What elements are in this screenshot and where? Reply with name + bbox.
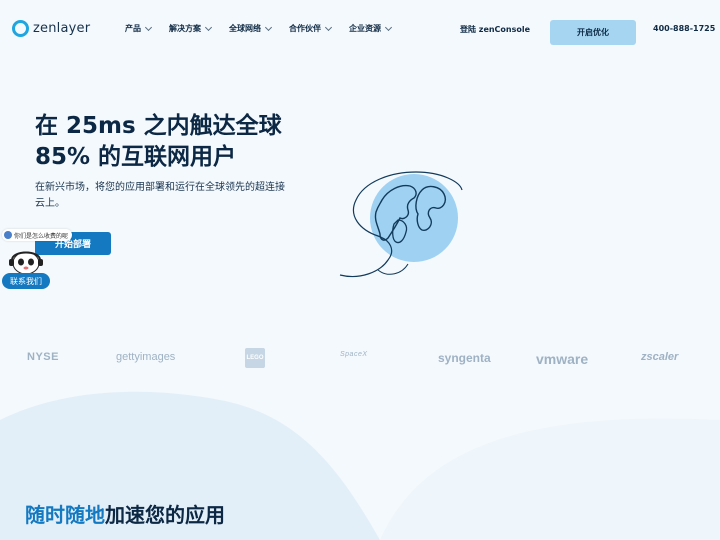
chevron-down-icon xyxy=(384,23,393,31)
hero-subtitle: 在新兴市场，将您的应用部署和运行在全球领先的超连接云上。 xyxy=(35,182,285,209)
brand-logo-zscaler: zscaler xyxy=(641,351,679,363)
nav-item-partners[interactable]: 合作伙伴 xyxy=(289,23,333,34)
section-title-rest: 加速您的应用 xyxy=(105,503,225,527)
logo-ring-icon xyxy=(12,20,29,37)
nav-item-products[interactable]: 产品 xyxy=(125,23,153,34)
nav-label: 产品 xyxy=(125,24,141,33)
nav-label: 企业资源 xyxy=(349,24,381,33)
brand-logo-lego: LEGO xyxy=(245,348,265,368)
hero-title: 在 25ms 之内触达全球 85% 的互联网用户 xyxy=(35,111,335,173)
chevron-down-icon xyxy=(144,23,153,31)
hero-title-line2: 85% 的互联网用户 xyxy=(35,144,237,170)
logo-text: zenlayer xyxy=(33,21,91,36)
nav-item-global-network[interactable]: 全球网络 xyxy=(229,23,273,34)
login-link[interactable]: 登陆 zenConsole xyxy=(460,24,530,35)
globe-illustration xyxy=(339,171,463,278)
nav-label: 解决方案 xyxy=(169,24,201,33)
brand-logo-vmware: vmware xyxy=(536,351,589,367)
brand-logo-spacex: SpaceX xyxy=(340,351,368,358)
support-mascot-icon[interactable] xyxy=(6,246,46,276)
nav-item-resources[interactable]: 企业资源 xyxy=(349,23,393,34)
section-title: 随时随地加速您的应用 xyxy=(25,499,225,528)
start-optimize-button[interactable]: 开启优化 xyxy=(550,20,636,45)
chevron-down-icon xyxy=(204,23,213,31)
nav-item-solutions[interactable]: 解决方案 xyxy=(169,23,213,34)
site-header: zenlayer 产品 解决方案 全球网络 合作伙伴 企业资源 登陆 zenCo… xyxy=(0,0,720,60)
chevron-down-icon xyxy=(324,23,333,31)
contact-us-button[interactable]: 联系我们 xyxy=(2,273,50,289)
brand-logo-nyse: NYSE xyxy=(27,351,59,363)
zenlayer-logo[interactable]: zenlayer xyxy=(12,20,90,37)
chevron-down-icon xyxy=(264,23,273,31)
nav-label: 合作伙伴 xyxy=(289,24,321,33)
phone-number: 400-888-1725 xyxy=(653,24,716,33)
hero-title-line1: 在 25ms 之内触达全球 xyxy=(35,113,282,139)
customer-logos: NYSE gettyimages LEGO SpaceX syngenta vm… xyxy=(0,345,720,375)
chat-avatar-icon xyxy=(4,231,12,239)
brand-logo-gettyimages: gettyimages xyxy=(116,351,176,363)
section-title-accent: 随时随地 xyxy=(25,503,105,527)
chat-preview-text: 你们是怎么收费的呢 xyxy=(14,232,69,240)
nav-label: 全球网络 xyxy=(229,24,261,33)
globe-circle xyxy=(370,174,458,262)
main-nav: 产品 解决方案 全球网络 合作伙伴 企业资源 xyxy=(125,23,393,34)
chat-preview-bubble[interactable]: 你们是怎么收费的呢 xyxy=(2,229,73,241)
brand-logo-syngenta: syngenta xyxy=(438,351,491,365)
